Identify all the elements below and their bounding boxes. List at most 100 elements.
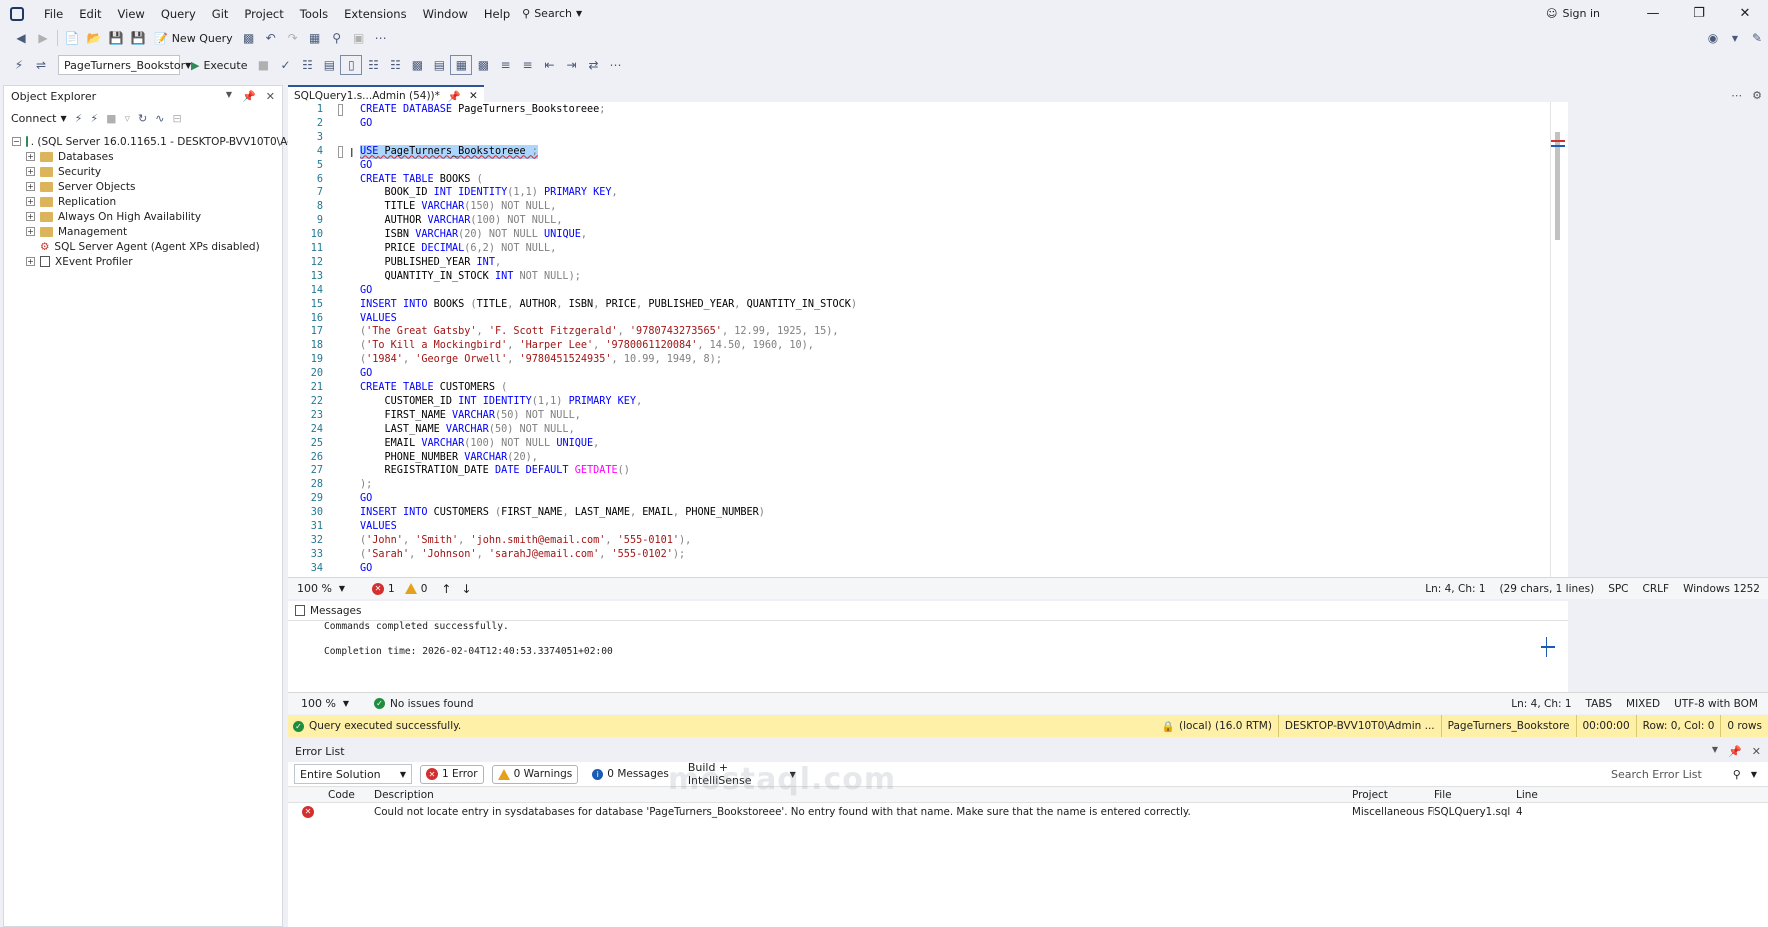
collapse-toggle-icon[interactable]: − (12, 137, 21, 146)
code-line[interactable]: 34 GO (288, 562, 1550, 576)
minimize-button[interactable]: — (1630, 6, 1676, 21)
disconnect-icon[interactable]: ⚡ (90, 112, 98, 125)
client-stats-icon[interactable]: ▩ (406, 55, 428, 75)
messages-filter-button[interactable]: i 0 Messages (586, 765, 675, 784)
chevron-down-icon[interactable]: ▼ (1712, 745, 1718, 758)
menu-extensions[interactable]: Extensions (336, 7, 414, 21)
pin-icon[interactable]: 📌 (448, 90, 461, 103)
close-icon[interactable]: ✕ (1752, 745, 1761, 758)
expand-toggle-icon[interactable]: + (26, 212, 35, 221)
uncomment-icon[interactable]: ≡ (516, 55, 538, 75)
specify-values-icon[interactable]: ⇄ (582, 55, 604, 75)
code-line[interactable]: 3 (288, 131, 1550, 145)
stop-icon[interactable]: ■ (106, 112, 116, 125)
tree-node-always-on[interactable]: + Always On High Availability (26, 209, 282, 224)
expand-toggle-icon[interactable]: + (26, 167, 35, 176)
code-line[interactable]: 22 CUSTOMER_ID INT IDENTITY(1,1) PRIMARY… (288, 395, 1550, 409)
connect-dropdown[interactable]: Connect ▼ (11, 112, 67, 125)
query-designer-icon[interactable]: ▤ (318, 55, 340, 75)
activity-monitor-icon[interactable]: ▦ (304, 28, 326, 48)
pin-icon[interactable]: 📌 (242, 90, 256, 103)
increase-indent-icon[interactable]: ⇥ (560, 55, 582, 75)
code-line[interactable]: 20 GO (288, 367, 1550, 381)
messages-scrollbar[interactable] (1541, 637, 1560, 657)
menu-file[interactable]: File (36, 7, 71, 21)
code-line[interactable]: 9 AUTHOR VARCHAR(100) NOT NULL, (288, 214, 1550, 228)
overflow-icon[interactable]: ⋯ (604, 55, 626, 75)
column-line[interactable]: Line (1516, 789, 1556, 801)
feedback-icon[interactable]: ✎ (1746, 28, 1768, 48)
code-line[interactable]: 7 BOOK_ID INT IDENTITY(1,1) PRIMARY KEY, (288, 186, 1550, 200)
menu-query[interactable]: Query (153, 7, 204, 21)
fold-marker-icon[interactable] (338, 145, 343, 158)
code-line[interactable]: 19 ('1984', 'George Orwell', '97804515249… (288, 353, 1550, 367)
editor-zoom[interactable]: 100 % ▼ (292, 579, 350, 599)
chevron-down-icon[interactable]: ▼ (226, 90, 232, 103)
tree-node-management[interactable]: + Management (26, 224, 282, 239)
open-file-icon[interactable]: 📂 (83, 28, 105, 48)
pin-icon[interactable]: 📌 (1728, 745, 1742, 758)
warning-count[interactable]: 0 (404, 583, 427, 595)
code-line[interactable]: 24 LAST_NAME VARCHAR(50) NOT NULL, (288, 423, 1550, 437)
chevron-down-icon[interactable]: ▼ (1724, 28, 1746, 48)
decrease-indent-icon[interactable]: ⇤ (538, 55, 560, 75)
code-line[interactable]: 17 ('The Great Gatsby', 'F. Scott Fitzger… (288, 325, 1550, 339)
scope-selector[interactable]: Entire Solution ▼ (294, 764, 412, 784)
display-plan-icon[interactable]: ☷ (296, 55, 318, 75)
code-line[interactable]: 30 INSERT INTO CUSTOMERS (FIRST_NAME, LAS… (288, 506, 1550, 520)
include-plan-icon[interactable]: ☷ (362, 55, 384, 75)
whitespace-mode[interactable]: SPC (1608, 583, 1628, 595)
code-line[interactable]: 25 EMAIL VARCHAR(100) NOT NULL UNIQUE, (288, 437, 1550, 451)
menu-git[interactable]: Git (204, 7, 237, 21)
tree-node-replication[interactable]: + Replication (26, 194, 282, 209)
results-text-icon[interactable]: ▤ (428, 55, 450, 75)
close-window-button[interactable]: ✕ (1722, 6, 1768, 21)
menu-tools[interactable]: Tools (292, 7, 336, 21)
menu-window[interactable]: Window (415, 7, 476, 21)
code-line[interactable]: 1 CREATE DATABASE PageTurners_Bookstoreee… (288, 103, 1550, 117)
line-ending[interactable]: CRLF (1643, 583, 1670, 595)
overflow-icon[interactable]: ⋯ (370, 28, 392, 48)
code-line[interactable]: 31 VALUES (288, 520, 1550, 534)
expand-toggle-icon[interactable]: + (26, 182, 35, 191)
code-line[interactable]: 13 QUANTITY_IN_STOCK INT NOT NULL); (288, 270, 1550, 284)
connect-icon[interactable]: ⚡ (75, 112, 83, 125)
properties-icon[interactable]: ▣ (348, 28, 370, 48)
file-encoding[interactable]: UTF-8 with BOM (1674, 698, 1758, 710)
filter-icon[interactable]: ▿ (125, 112, 131, 125)
parse-icon[interactable]: ✓ (274, 55, 296, 75)
expand-toggle-icon[interactable]: + (26, 257, 35, 266)
results-file-icon[interactable]: ▩ (472, 55, 494, 75)
activity-icon[interactable]: ∿ (155, 112, 164, 125)
code-line[interactable]: 14 GO (288, 284, 1550, 298)
live-stats-icon[interactable]: ☷ (384, 55, 406, 75)
code-line[interactable]: 18 ('To Kill a Mockingbird', 'Harper Lee'… (288, 339, 1550, 353)
line-ending[interactable]: MIXED (1626, 698, 1660, 710)
tree-node-server-objects[interactable]: + Server Objects (26, 179, 282, 194)
error-count[interactable]: ✕ 1 (372, 582, 395, 595)
server-node[interactable]: − . (SQL Server 16.0.1165.1 - DESKTOP-BV… (12, 134, 318, 149)
copilot-icon[interactable]: ◉ (1702, 28, 1724, 48)
code-line[interactable]: 21 CREATE TABLE CUSTOMERS ( (288, 381, 1550, 395)
code-line[interactable]: 28); (288, 478, 1550, 492)
code-line[interactable]: 6 CREATE TABLE BOOKS ( (288, 173, 1550, 187)
code-line[interactable]: 8 TITLE VARCHAR(150) NOT NULL, (288, 200, 1550, 214)
tree-node-security[interactable]: + Security (26, 164, 282, 179)
new-file-icon[interactable]: 📄 (61, 28, 83, 48)
messages-zoom[interactable]: 100 % ▼ (296, 694, 354, 714)
comment-icon[interactable]: ≡ (494, 55, 516, 75)
code-line[interactable]: 16 VALUES (288, 312, 1550, 326)
query-options-icon[interactable]: ▩ (238, 28, 260, 48)
code-line[interactable]: 26 PHONE_NUMBER VARCHAR(20), (288, 451, 1550, 465)
tree-node-databases[interactable]: + Databases (26, 149, 282, 164)
sql-code-editor[interactable]: 1 CREATE DATABASE PageTurners_Bookstoreee… (288, 102, 1550, 577)
save-icon[interactable]: 💾 (105, 28, 127, 48)
results-to-icon[interactable]: ▯ (340, 55, 363, 75)
arrow-down-icon[interactable]: ↓ (461, 582, 471, 596)
scrollbar-thumb[interactable] (1555, 132, 1560, 240)
sign-in-button[interactable]: ☺ Sign in (1536, 7, 1630, 20)
execute-button[interactable]: ▶ Execute (186, 55, 252, 75)
code-line[interactable]: 4 USE PageTurners_Bookstoreee ; (288, 144, 1550, 159)
code-line[interactable]: 33 ('Sarah', 'Johnson', 'sarahJ@email.com… (288, 548, 1550, 562)
code-line[interactable]: 32 ('John', 'Smith', 'john.smith@email.co… (288, 534, 1550, 548)
